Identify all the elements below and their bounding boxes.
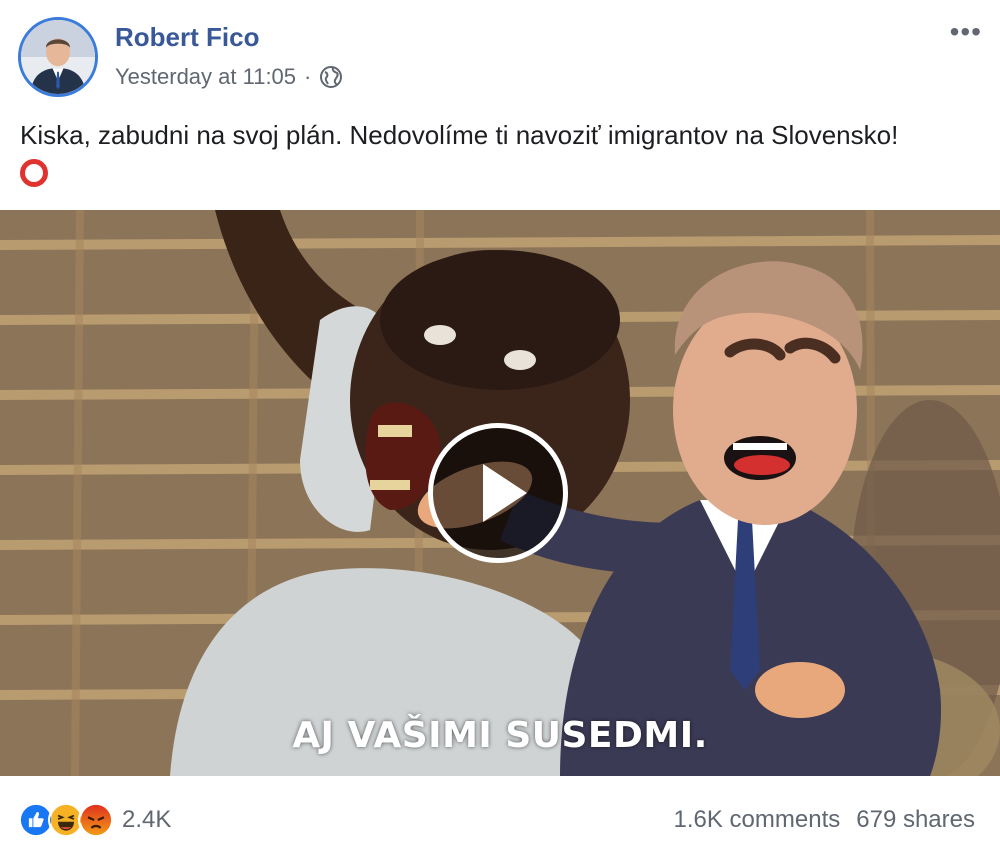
post-meta: Yesterday at 11:05 ·: [115, 64, 343, 90]
video-subtitle: AJ VAŠIMI SUSEDMI.: [292, 715, 708, 756]
play-button[interactable]: [428, 423, 568, 563]
author-name-link[interactable]: Robert Fico: [115, 22, 259, 53]
reactions-summary[interactable]: 2.4K: [18, 802, 171, 838]
author-avatar[interactable]: [18, 17, 98, 97]
meta-separator: ·: [304, 64, 312, 89]
reaction-count[interactable]: 2.4K: [122, 806, 171, 834]
post-footer: 2.4K 1.6K comments 679 shares: [0, 790, 1000, 850]
post-text: Kiska, zabudni na svoj plán. Nedovolíme …: [20, 118, 980, 188]
post-stats: 1.6K comments 679 shares: [674, 806, 975, 834]
shares-count-link[interactable]: 679 shares: [856, 806, 975, 834]
facebook-post: Robert Fico Yesterday at 11:05 · ••• Kis…: [0, 0, 1000, 853]
post-message: Kiska, zabudni na svoj plán. Nedovolíme …: [20, 120, 899, 150]
video-player[interactable]: AJ VAŠIMI SUSEDMI.: [0, 210, 1000, 776]
heavy-large-circle-icon: [20, 159, 48, 188]
globe-icon: [319, 65, 343, 89]
more-options-button[interactable]: •••: [950, 18, 982, 46]
angry-reaction-icon: [78, 802, 114, 838]
post-timestamp[interactable]: Yesterday at 11:05: [115, 64, 296, 90]
play-icon: [483, 464, 527, 522]
comments-count-link[interactable]: 1.6K comments: [674, 806, 841, 834]
